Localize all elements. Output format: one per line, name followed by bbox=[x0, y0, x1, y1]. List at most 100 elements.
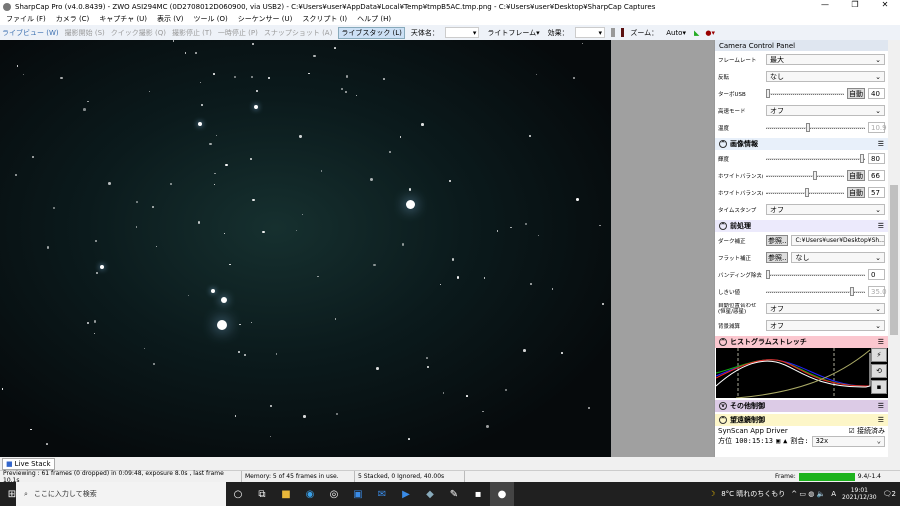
menu-icon[interactable]: ☰ bbox=[878, 222, 884, 230]
zoom-tool-icon[interactable]: ●▾ bbox=[705, 29, 715, 37]
start-capture-button[interactable]: 撮影開始 (S) bbox=[65, 28, 105, 38]
expand-icon[interactable]: v bbox=[719, 402, 727, 410]
frame-rate-select[interactable]: 最大 ⌄ bbox=[766, 54, 885, 65]
menu-scripts[interactable]: スクリプト (I) bbox=[302, 14, 347, 24]
collapse-icon[interactable]: ^ bbox=[719, 338, 727, 346]
turbo-usb-slider[interactable] bbox=[766, 88, 844, 98]
banding-input[interactable]: 0 bbox=[868, 269, 885, 280]
collapse-icon[interactable]: ^ bbox=[719, 416, 727, 424]
flip-select[interactable]: なし ⌄ bbox=[766, 71, 885, 82]
wb-blue-slider[interactable] bbox=[766, 187, 844, 197]
gray-swatch-icon[interactable] bbox=[610, 28, 615, 37]
taskbar-search[interactable]: ⌕ ここに入力して検索 bbox=[16, 482, 226, 506]
target-name-combo[interactable]: ▾ bbox=[444, 27, 480, 38]
effect-label: 効果： bbox=[547, 28, 569, 37]
edge-icon[interactable]: ◉ bbox=[298, 482, 322, 506]
wb-red-input[interactable]: 66 bbox=[868, 170, 885, 181]
mail-icon[interactable]: ✉ bbox=[370, 482, 394, 506]
high-speed-select[interactable]: オフ ⌄ bbox=[766, 105, 885, 116]
auto-align-select[interactable]: オフ ⌄ bbox=[766, 303, 885, 314]
maximize-button[interactable]: ❐ bbox=[840, 0, 870, 9]
turbo-usb-input[interactable]: 40 bbox=[868, 88, 885, 99]
effect-select[interactable]: ▾ bbox=[574, 27, 605, 38]
rate-select[interactable]: 32x ⌄ bbox=[811, 435, 885, 447]
menu-icon[interactable]: ☰ bbox=[878, 140, 884, 148]
task-view-icon[interactable]: ⧉ bbox=[250, 482, 274, 506]
menu-camera[interactable]: カメラ (C) bbox=[56, 14, 90, 24]
histogram-section-header[interactable]: ^ ヒストグラムストレッチ ☰ bbox=[715, 336, 888, 348]
quick-capture-button[interactable]: クイック撮影 (Q) bbox=[111, 28, 166, 38]
frame-type-select[interactable]: ライトフレーム ▾ bbox=[485, 27, 541, 38]
zoom-app-icon[interactable]: ▶ bbox=[394, 482, 418, 506]
store-icon[interactable]: ▣ bbox=[346, 482, 370, 506]
star bbox=[45, 442, 48, 445]
tray-icons[interactable]: ^ ▭ ◍ 🔈 bbox=[791, 490, 825, 498]
flat-select[interactable]: なし ⌄ bbox=[791, 252, 885, 263]
dark-select[interactable]: C:¥Users¥user¥Desktop¥Sh...⌄ bbox=[791, 235, 885, 246]
bg-subtract-select[interactable]: オフ ⌄ bbox=[766, 320, 885, 331]
paint-icon[interactable]: ✎ bbox=[442, 482, 466, 506]
collapse-icon[interactable]: ^ bbox=[719, 140, 727, 148]
live-view-button[interactable]: ライブビュー (W) bbox=[2, 28, 59, 38]
menu-help[interactable]: ヘルプ (H) bbox=[357, 14, 391, 24]
histogram-plot[interactable]: ⚡ ⟲ ▪ bbox=[716, 348, 888, 398]
banding-slider[interactable] bbox=[766, 269, 865, 279]
telescope-section-header[interactable]: ^ 望遠鏡制御 ☰ bbox=[715, 414, 888, 426]
app-icon[interactable]: ◎ bbox=[322, 482, 346, 506]
ime-indicator[interactable]: A bbox=[831, 490, 836, 498]
menu-file[interactable]: ファイル (F) bbox=[6, 14, 46, 24]
histogram-icon[interactable]: ◣ bbox=[694, 29, 699, 37]
close-button[interactable]: ✕ bbox=[870, 0, 900, 9]
preprocess-section-header[interactable]: ^ 前処理 ☰ bbox=[715, 220, 888, 232]
collapse-icon[interactable]: ^ bbox=[719, 222, 727, 230]
star bbox=[197, 221, 201, 225]
weather-text[interactable]: 8°C 晴れのちくもり bbox=[721, 489, 785, 499]
dark-browse-button[interactable]: 参照.. bbox=[766, 235, 789, 246]
wb-red-auto-button[interactable]: 自動 bbox=[847, 170, 865, 181]
reset-icon[interactable]: ⟲ bbox=[871, 364, 887, 378]
turbo-auto-button[interactable]: 自動 bbox=[847, 88, 865, 99]
notification-icon[interactable]: 🗨2 bbox=[883, 490, 896, 498]
red-swatch-icon[interactable] bbox=[620, 28, 625, 37]
clock[interactable]: 19:01 2021/12/30 bbox=[842, 487, 877, 501]
menu-sequencer[interactable]: シーケンサー (U) bbox=[238, 14, 293, 24]
menu-capture[interactable]: キャプチャ (U) bbox=[99, 14, 147, 24]
wb-blue-input[interactable]: 57 bbox=[868, 187, 885, 198]
menu-view[interactable]: 表示 (V) bbox=[157, 14, 183, 24]
sharpcap-taskbar-icon[interactable]: ● bbox=[490, 482, 514, 506]
move-up-button[interactable]: ▲ bbox=[783, 437, 787, 445]
flat-browse-button[interactable]: 参照.. bbox=[766, 252, 789, 263]
image-viewer[interactable] bbox=[0, 40, 611, 457]
app3-icon[interactable]: ▪ bbox=[466, 482, 490, 506]
star bbox=[336, 412, 339, 415]
menu-icon[interactable]: ☰ bbox=[878, 402, 884, 410]
pause-button[interactable]: 一時停止 (P) bbox=[218, 28, 258, 38]
panel-scrollbar[interactable] bbox=[888, 40, 900, 457]
other-section-header[interactable]: v その他制御 ☰ bbox=[715, 400, 888, 412]
live-stack-button[interactable]: ライブスタック (L) bbox=[338, 26, 405, 39]
stop-capture-button[interactable]: 撮影停止 (T) bbox=[172, 28, 212, 38]
connected-checkbox[interactable]: ☑ 接続済み bbox=[848, 426, 885, 436]
cortana-icon[interactable]: ○ bbox=[226, 482, 250, 506]
goto-icon[interactable]: ▣ bbox=[776, 437, 780, 445]
minimize-button[interactable]: — bbox=[810, 0, 840, 9]
zoom-select[interactable]: Auto ▾ bbox=[664, 27, 688, 38]
timestamp-select[interactable]: オフ ⌄ bbox=[766, 204, 885, 215]
app2-icon[interactable]: ◆ bbox=[418, 482, 442, 506]
start-icon[interactable]: ⊞ bbox=[0, 482, 24, 506]
star bbox=[225, 163, 228, 166]
wb-blue-auto-button[interactable]: 自動 bbox=[847, 187, 865, 198]
snapshot-button[interactable]: スナップショット (A) bbox=[264, 28, 332, 38]
wb-blue-label: ホワイトバランス(B) bbox=[718, 190, 763, 197]
brightness-slider[interactable] bbox=[766, 153, 865, 163]
image-section-header[interactable]: ^ 画像情報 ☰ bbox=[715, 138, 888, 150]
live-stack-tab[interactable]: ■ Live Stack bbox=[2, 458, 55, 470]
brightness-input[interactable]: 80 bbox=[868, 153, 885, 164]
menu-tools[interactable]: ツール (O) bbox=[194, 14, 228, 24]
menu-icon[interactable]: ☰ bbox=[878, 338, 884, 346]
auto-stretch-icon[interactable]: ⚡ bbox=[871, 348, 887, 362]
menu-icon[interactable]: ☰ bbox=[878, 416, 884, 424]
file-explorer-icon[interactable]: ■ bbox=[274, 482, 298, 506]
save-icon[interactable]: ▪ bbox=[871, 380, 887, 394]
wb-red-slider[interactable] bbox=[766, 170, 844, 180]
